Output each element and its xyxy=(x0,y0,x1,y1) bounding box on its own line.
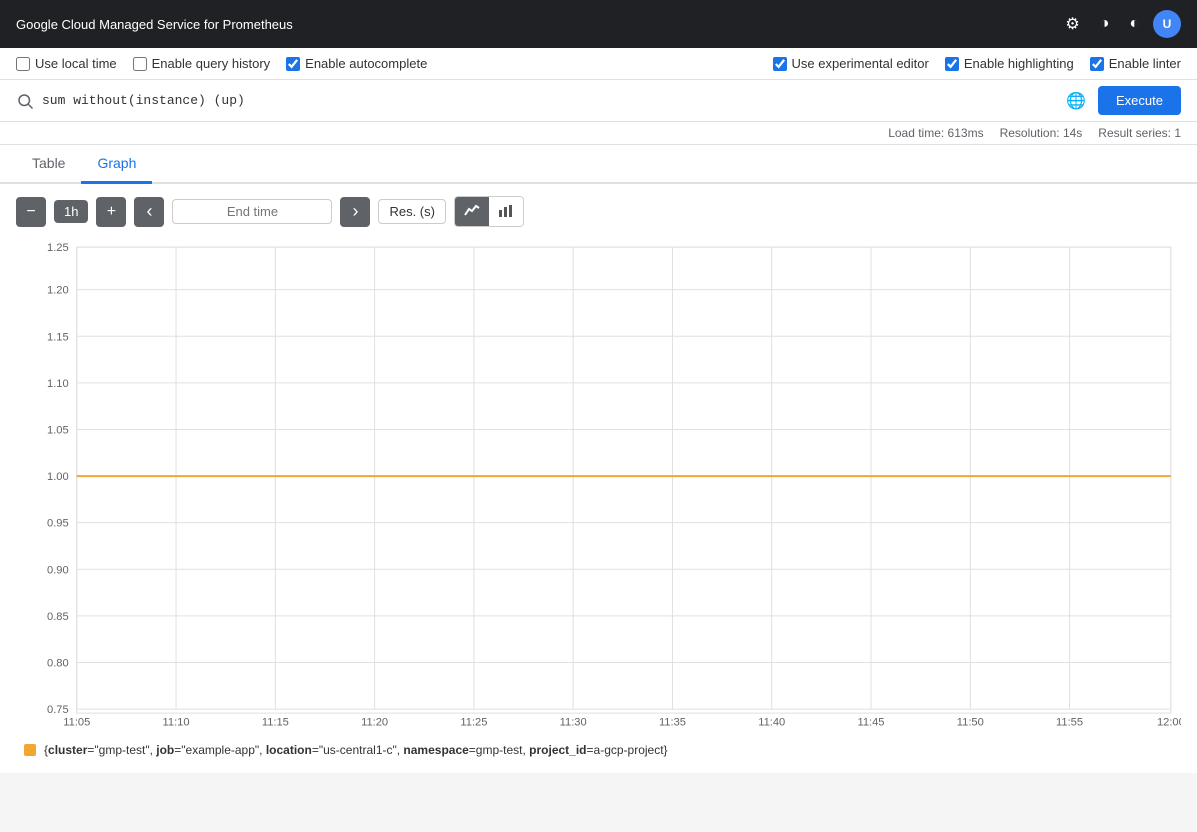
svg-text:1.05: 1.05 xyxy=(47,425,69,437)
duration-label: 1h xyxy=(54,200,88,223)
use-local-time-label: Use local time xyxy=(35,56,117,71)
execute-button[interactable]: Execute xyxy=(1098,86,1181,115)
svg-text:11:45: 11:45 xyxy=(858,716,885,728)
graph-controls: − 1h + ‹ › Res. (s) xyxy=(16,196,1181,227)
bar-chart-btn[interactable] xyxy=(489,197,523,226)
next-time-button[interactable]: › xyxy=(340,197,370,227)
contrast-icon-btn[interactable]: ◐ xyxy=(1123,11,1145,37)
svg-text:12:00: 12:00 xyxy=(1157,716,1181,728)
option-autocomplete[interactable]: Enable autocomplete xyxy=(286,56,427,71)
svg-text:11:10: 11:10 xyxy=(163,716,190,728)
linter-label: Enable linter xyxy=(1109,56,1181,71)
query-bar: 🌐 Execute xyxy=(0,80,1197,122)
svg-text:11:05: 11:05 xyxy=(63,716,90,728)
svg-text:1.20: 1.20 xyxy=(47,285,69,297)
tab-graph[interactable]: Graph xyxy=(81,145,152,184)
chart-legend: {cluster="gmp-test", job="example-app", … xyxy=(16,739,1181,761)
query-history-checkbox[interactable] xyxy=(133,57,147,71)
svg-text:11:30: 11:30 xyxy=(560,716,587,728)
autocomplete-label: Enable autocomplete xyxy=(305,56,427,71)
avatar[interactable]: U xyxy=(1153,10,1181,38)
topbar: Google Cloud Managed Service for Prometh… xyxy=(0,0,1197,48)
query-input[interactable] xyxy=(42,93,1054,108)
svg-text:11:55: 11:55 xyxy=(1056,716,1083,728)
theme-icon-btn[interactable]: ◑ xyxy=(1094,11,1116,37)
svg-text:11:15: 11:15 xyxy=(262,716,289,728)
legend-color-swatch xyxy=(24,744,36,756)
options-bar: Use local time Enable query history Enab… xyxy=(0,48,1197,80)
svg-text:1.25: 1.25 xyxy=(47,242,69,254)
result-series: Result series: 1 xyxy=(1098,126,1181,140)
svg-text:11:25: 11:25 xyxy=(460,716,487,728)
svg-text:11:40: 11:40 xyxy=(758,716,785,728)
search-icon xyxy=(16,92,34,110)
chart-wrap: 1.25 1.20 1.15 1.10 1.05 1.00 0.95 0.90 … xyxy=(16,237,1181,733)
use-local-time-checkbox[interactable] xyxy=(16,57,30,71)
line-chart-btn[interactable] xyxy=(455,197,489,226)
load-time: Load time: 613ms xyxy=(888,126,983,140)
svg-text:0.80: 0.80 xyxy=(47,658,69,670)
graph-container: − 1h + ‹ › Res. (s) xyxy=(0,184,1197,773)
autocomplete-checkbox[interactable] xyxy=(286,57,300,71)
end-time-input[interactable] xyxy=(172,199,332,224)
topbar-icons: ⚙ ◑ ◐ U xyxy=(1059,10,1181,38)
svg-text:1.15: 1.15 xyxy=(47,331,69,343)
svg-text:11:50: 11:50 xyxy=(957,716,984,728)
main-chart: 1.25 1.20 1.15 1.10 1.05 1.00 0.95 0.90 … xyxy=(16,237,1181,733)
metrics-explorer-btn[interactable]: 🌐 xyxy=(1062,87,1090,115)
option-experimental-editor[interactable]: Use experimental editor xyxy=(773,56,929,71)
option-query-history[interactable]: Enable query history xyxy=(133,56,271,71)
query-history-label: Enable query history xyxy=(152,56,271,71)
experimental-editor-label: Use experimental editor xyxy=(792,56,929,71)
option-linter[interactable]: Enable linter xyxy=(1090,56,1181,71)
resolution: Resolution: 14s xyxy=(1000,126,1083,140)
tab-table[interactable]: Table xyxy=(16,145,81,184)
svg-text:1.00: 1.00 xyxy=(47,471,69,483)
settings-icon-btn[interactable]: ⚙ xyxy=(1059,10,1085,38)
experimental-editor-checkbox[interactable] xyxy=(773,57,787,71)
increase-duration-button[interactable]: + xyxy=(96,197,126,227)
chart-type-group xyxy=(454,196,524,227)
svg-text:1.10: 1.10 xyxy=(47,378,69,390)
svg-text:11:35: 11:35 xyxy=(659,716,686,728)
highlighting-checkbox[interactable] xyxy=(945,57,959,71)
svg-text:11:20: 11:20 xyxy=(361,716,388,728)
legend-text: {cluster="gmp-test", job="example-app", … xyxy=(44,743,668,757)
linter-checkbox[interactable] xyxy=(1090,57,1104,71)
result-info: Load time: 613ms Resolution: 14s Result … xyxy=(0,122,1197,145)
tabs: Table Graph xyxy=(0,145,1197,184)
svg-text:0.90: 0.90 xyxy=(47,564,69,576)
decrease-duration-button[interactable]: − xyxy=(16,197,46,227)
prev-time-button[interactable]: ‹ xyxy=(134,197,164,227)
svg-text:0.85: 0.85 xyxy=(47,611,69,623)
option-use-local-time[interactable]: Use local time xyxy=(16,56,117,71)
app-title: Google Cloud Managed Service for Prometh… xyxy=(16,17,293,32)
resolution-button[interactable]: Res. (s) xyxy=(378,199,446,224)
highlighting-label: Enable highlighting xyxy=(964,56,1074,71)
svg-text:0.75: 0.75 xyxy=(47,704,69,716)
option-highlighting[interactable]: Enable highlighting xyxy=(945,56,1074,71)
svg-text:0.95: 0.95 xyxy=(47,518,69,530)
